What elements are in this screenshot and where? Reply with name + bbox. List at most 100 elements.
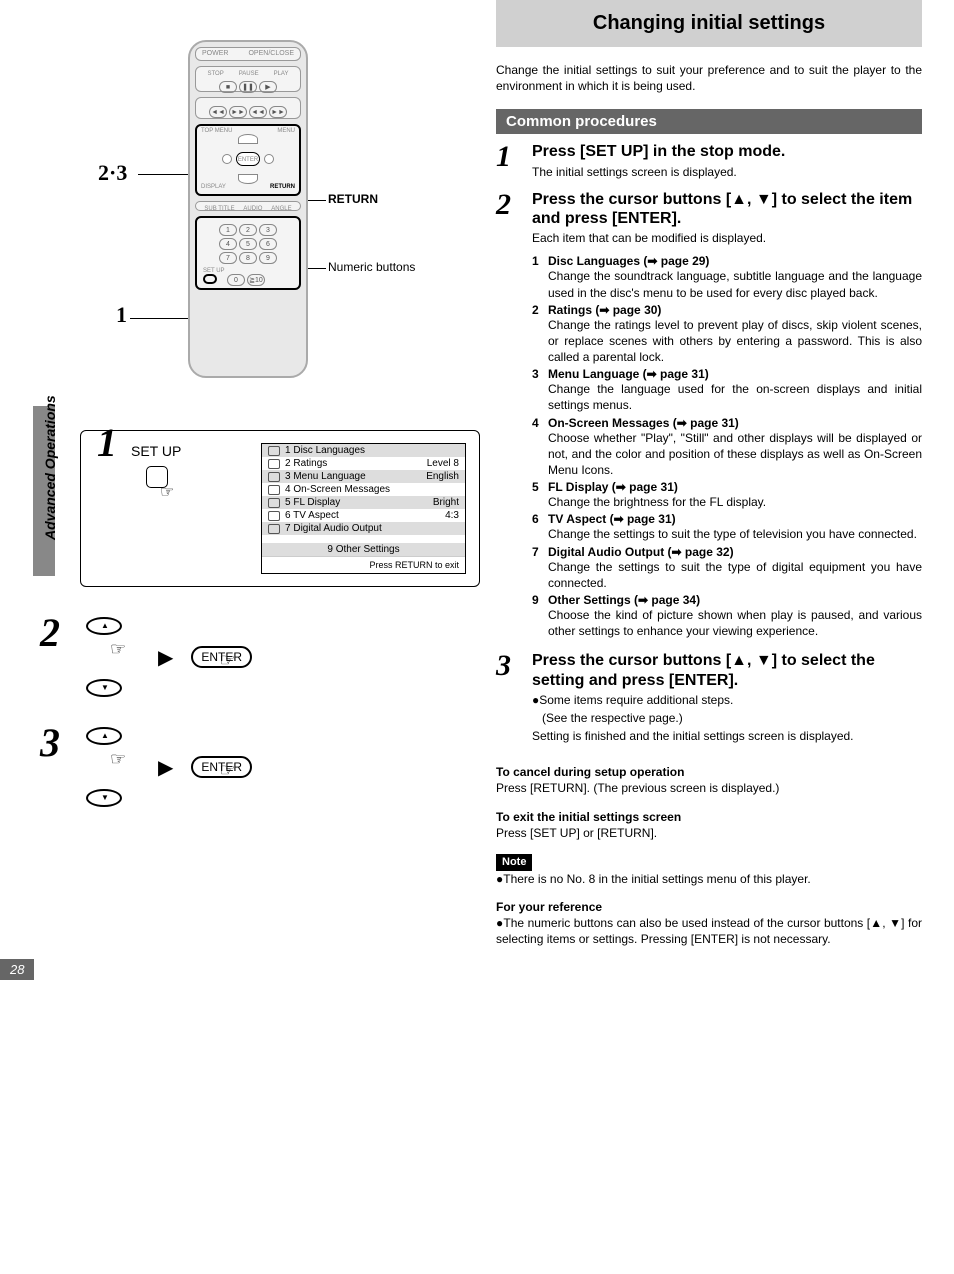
display-label: DISPLAY xyxy=(201,184,226,190)
osd-menu: 1 Disc Languages 2 RatingsLevel 8 3 Menu… xyxy=(261,443,466,574)
num-9: 9 xyxy=(259,252,277,264)
menu-item-list: 1Disc Languages (➡ page 29)Change the so… xyxy=(532,254,922,639)
step-3: 3 Press the cursor buttons [▲, ▼] to sel… xyxy=(496,651,922,744)
menu-item: 7Digital Audio Output (➡ page 32)Change … xyxy=(532,545,922,591)
callout-line xyxy=(130,318,194,319)
num-5: 5 xyxy=(239,238,257,250)
callout-line xyxy=(138,174,194,175)
step-number: 1 xyxy=(496,142,526,172)
num-gte10: ≧10 xyxy=(247,274,265,286)
osd-row: 1 Disc Languages xyxy=(262,444,465,457)
left-column: Advanced Operations 2·3 1 RETURN Numeric… xyxy=(0,0,476,980)
osd-footer: Press RETURN to exit xyxy=(262,556,465,573)
num-3: 3 xyxy=(259,224,277,236)
menu-item: 3Menu Language (➡ page 31)Change the lan… xyxy=(532,367,922,413)
step-2-art: 2 ☞ ▶ ENTER ☞ xyxy=(80,617,456,697)
fig-step-num-1: 1 xyxy=(97,419,117,466)
osd-row: 7 Digital Audio Output xyxy=(262,522,465,535)
menu-item: 9Other Settings (➡ page 34)Choose the ki… xyxy=(532,593,922,639)
setup-button-art: ☞ xyxy=(146,466,168,488)
step-3-art: 3 ☞ ▶ ENTER ☞ xyxy=(80,727,456,807)
num-2: 2 xyxy=(239,224,257,236)
hand-icon: ☞ xyxy=(110,639,126,660)
step-subtext: Setting is finished and the initial sett… xyxy=(532,728,922,744)
notes-block: To cancel during setup operation Press [… xyxy=(496,764,922,947)
osd-row: 2 RatingsLevel 8 xyxy=(262,457,465,470)
num-7: 7 xyxy=(219,252,237,264)
menu-item: 2Ratings (➡ page 30)Change the ratings l… xyxy=(532,303,922,366)
remote-power-row: POWER OPEN/CLOSE xyxy=(195,47,301,61)
play-button: ▶ xyxy=(259,81,277,93)
osd-row: 6 TV Aspect4:3 xyxy=(262,509,465,522)
reference-text: ●The numeric buttons can also be used in… xyxy=(496,916,922,946)
cancel-heading: To cancel during setup operation xyxy=(496,765,684,779)
hand-icon: ☞ xyxy=(219,650,235,671)
page-title: Changing initial settings xyxy=(496,0,922,47)
step-subtext: The initial settings screen is displayed… xyxy=(532,164,922,180)
num-4: 4 xyxy=(219,238,237,250)
hand-icon: ☞ xyxy=(160,482,174,502)
step-number: 2 xyxy=(496,190,526,220)
enter-button: ENTER xyxy=(236,152,260,166)
step-title: Press [SET UP] in the stop mode. xyxy=(532,142,922,161)
step-subtext: ●Some items require additional steps. xyxy=(532,692,922,708)
remote-body: POWER OPEN/CLOSE STOP PAUSE PLAY ■❚❚▶ ◄◄… xyxy=(188,40,308,378)
sidebar-section-label: Advanced Operations xyxy=(42,395,58,540)
pause-button: ❚❚ xyxy=(239,81,257,93)
audio-icon xyxy=(268,524,280,534)
display-icon xyxy=(268,498,280,508)
fig-step-num-2: 2 xyxy=(40,609,60,656)
callout-return: RETURN xyxy=(328,192,378,206)
step-subtext: Each item that can be modified is displa… xyxy=(532,230,922,246)
callout-step-1: 1 xyxy=(116,302,127,328)
arrow-right-icon: ▶ xyxy=(158,755,173,780)
cursor-left xyxy=(222,154,232,164)
lang-icon xyxy=(268,472,280,482)
remote-cursor-block: TOP MENU MENU ENTER DISPLAY RETURN xyxy=(195,124,301,196)
stop-button: ■ xyxy=(219,81,237,93)
skip-fwd: ►► xyxy=(229,106,247,118)
note-text: ●There is no No. 8 in the initial settin… xyxy=(496,872,811,886)
step-title: Press the cursor buttons [▲, ▼] to selec… xyxy=(532,190,922,228)
osd-row: 3 Menu LanguageEnglish xyxy=(262,470,465,483)
cursor-down-icon xyxy=(86,679,122,697)
arrow-right-icon: ▶ xyxy=(158,645,173,670)
right-column: Changing initial settings Change the ini… xyxy=(476,0,952,980)
search-fwd: ►► xyxy=(269,106,287,118)
exit-heading: To exit the initial settings screen xyxy=(496,810,681,824)
callout-numeric: Numeric buttons xyxy=(328,260,415,274)
menu-item: 1Disc Languages (➡ page 29)Change the so… xyxy=(532,254,922,300)
menu-item: 6TV Aspect (➡ page 31)Change the setting… xyxy=(532,512,922,542)
setup-button xyxy=(203,274,217,284)
osd-row: 4 On-Screen Messages xyxy=(262,483,465,496)
stop-label: STOP xyxy=(207,71,223,77)
menu-item: 5FL Display (➡ page 31)Change the bright… xyxy=(532,480,922,510)
exit-text: Press [SET UP] or [RETURN]. xyxy=(496,826,657,840)
osd-spacer xyxy=(262,535,465,543)
cancel-text: Press [RETURN]. (The previous screen is … xyxy=(496,781,779,795)
fig-step-num-3: 3 xyxy=(40,719,60,766)
osd-row: 5 FL DisplayBright xyxy=(262,496,465,509)
step-number: 3 xyxy=(496,651,526,681)
menu-item: 4On-Screen Messages (➡ page 31)Choose wh… xyxy=(532,416,922,479)
openclose-label: OPEN/CLOSE xyxy=(248,50,294,58)
skip-back: ◄◄ xyxy=(209,106,227,118)
cursor-right xyxy=(264,154,274,164)
menu-label: MENU xyxy=(277,128,295,134)
num-0: 0 xyxy=(227,274,245,286)
cursor-up xyxy=(238,134,258,144)
remote-sub-row: SUB TITLE AUDIO ANGLE xyxy=(195,201,301,211)
cursor-down xyxy=(238,174,258,184)
num-8: 8 xyxy=(239,252,257,264)
msg-icon xyxy=(268,485,280,495)
setup-text-label: SET UP xyxy=(131,443,181,459)
remote-diagram: 2·3 1 RETURN Numeric buttons POWER OPEN/… xyxy=(38,30,438,400)
subhead-common-procedures: Common procedures xyxy=(496,109,922,134)
tv-icon xyxy=(268,511,280,521)
lock-icon xyxy=(268,459,280,469)
callout-steps-2-3: 2·3 xyxy=(98,160,127,186)
pause-label: PAUSE xyxy=(239,71,259,77)
cursor-buttons-art: ☞ xyxy=(80,617,140,697)
step-2: 2 Press the cursor buttons [▲, ▼] to sel… xyxy=(496,190,922,642)
page-number: 28 xyxy=(0,959,34,980)
